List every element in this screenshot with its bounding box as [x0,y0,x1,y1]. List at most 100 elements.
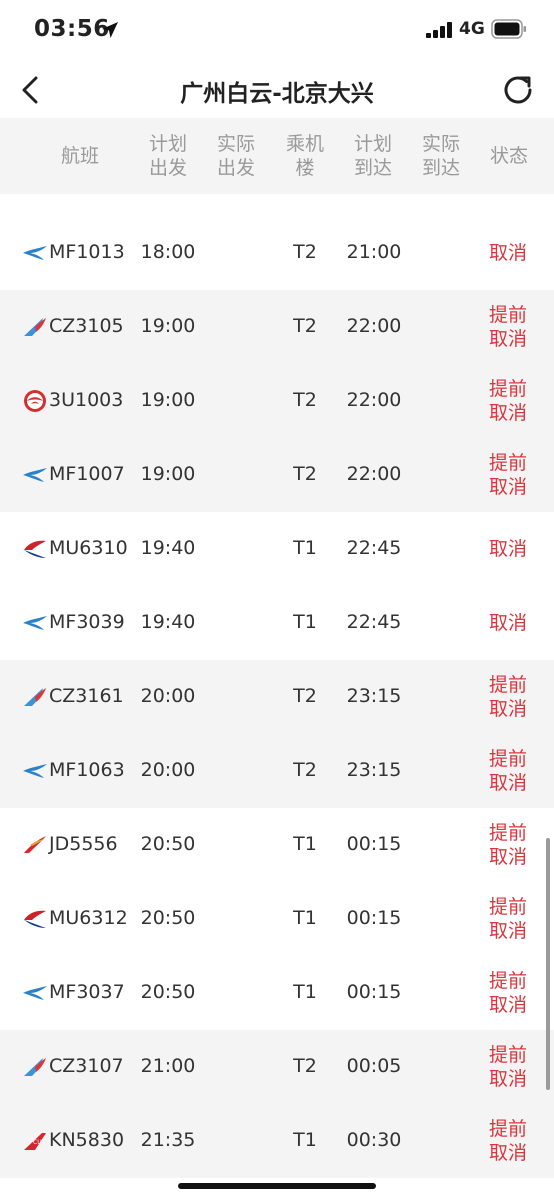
flight-row[interactable]: JD5556 20:50 T1 00:15 提前 取消 [0,808,554,882]
terminal: T1 [293,611,317,633]
status-line: 取消 [488,772,527,794]
planned-arrival: 00:15 [346,981,402,1003]
flight-number: KN5830 [49,1129,125,1151]
status-label: 提前 取消 [480,1043,536,1091]
terminal: T2 [293,685,317,707]
flight-row[interactable]: MF1013 18:00 T2 21:00 取消 [0,216,554,290]
header-flight: 航班 [60,145,99,167]
status-line: 提前 [488,378,527,400]
status-label: 取消 [480,611,536,635]
status-label: 取消 [480,537,536,561]
flight-number: MU6312 [49,907,128,929]
refresh-button[interactable] [500,72,536,108]
flight-number: MF3037 [49,981,125,1003]
terminal: T2 [293,389,317,411]
flight-row[interactable]: CU KN5830 21:35 T1 00:30 提前 取消 [0,1104,554,1178]
flight-number: CZ3161 [49,685,124,707]
planned-arrival: 22:00 [346,315,402,337]
capital-airlines-logo-icon [22,833,48,857]
terminal: T1 [293,1129,317,1151]
status-line: 提前 [488,1044,527,1066]
status-label: 提前 取消 [480,747,536,795]
status-line: 取消 [488,698,527,720]
status-line: 取消 [488,538,527,560]
china-southern-logo-icon [22,315,48,339]
column-header: 航班 计划 出发 实际 出发 乘机 楼 计划 到达 实际 到达 状态 [0,118,554,194]
planned-arrival: 23:15 [346,685,402,707]
planned-arrival: 22:00 [346,389,402,411]
status-label: 提前 取消 [480,1117,536,1165]
flight-row[interactable]: MF3037 20:50 T1 00:15 提前 取消 [0,956,554,1030]
flight-row[interactable]: CZ3107 21:00 T2 00:05 提前 取消 [0,1030,554,1104]
location-arrow-icon [102,22,118,38]
status-line: 取消 [488,328,527,350]
header-planned-arrival: 计划 到达 [353,133,392,179]
status-bar: 03:56 4G [0,0,554,62]
planned-arrival: 23:15 [346,759,402,781]
status-line: 取消 [488,920,527,942]
status-line: 取消 [488,846,527,868]
status-line: 提前 [488,1118,527,1140]
xiamen-airlines-logo-icon [22,759,48,783]
planned-arrival: 00:15 [346,833,402,855]
flight-number: 3U1003 [49,389,124,411]
china-united-logo-icon: CU [22,1129,48,1153]
flight-number: MF3039 [49,611,125,633]
cellular-signal-icon [426,22,452,38]
xiamen-airlines-logo-icon [22,611,48,635]
planned-arrival: 00:15 [346,907,402,929]
status-line: 取消 [488,1068,527,1090]
status-line: 提前 [488,748,527,770]
status-label: 提前 取消 [480,821,536,869]
status-label: 提前 取消 [480,303,536,351]
status-line: 提前 [488,970,527,992]
terminal: T2 [293,759,317,781]
flight-row[interactable]: MF1063 20:00 T2 23:15 提前 取消 [0,734,554,808]
status-label: 提前 取消 [480,377,536,425]
china-eastern-logo-icon [22,907,48,931]
flight-row[interactable]: CZ3105 19:00 T2 22:00 提前 取消 [0,290,554,364]
xiamen-airlines-logo-icon [22,463,48,487]
planned-arrival: 21:00 [346,241,402,263]
status-label: 提前 取消 [480,451,536,499]
status-label: 提前 取消 [480,673,536,721]
page-title: 广州白云-北京大兴 [180,81,374,107]
nav-bar: 广州白云-北京大兴 [0,62,554,118]
flight-row[interactable]: MU6312 20:50 T1 00:15 提前 取消 [0,882,554,956]
planned-departure: 18:00 [140,241,196,263]
terminal: T2 [293,1055,317,1077]
flight-number: JD5556 [49,833,118,855]
status-line: 取消 [488,476,527,498]
status-line: 提前 [488,896,527,918]
planned-departure: 20:50 [140,907,196,929]
sichuan-airlines-logo-icon [22,389,48,413]
status-line: 取消 [488,612,527,634]
planned-departure: 19:40 [140,537,196,559]
scrollbar[interactable] [546,838,550,1090]
flight-number: CZ3107 [49,1055,124,1077]
planned-departure: 21:00 [140,1055,196,1077]
list-top-spacer [0,194,554,216]
planned-departure: 19:00 [140,389,196,411]
status-label: 提前 取消 [480,969,536,1017]
planned-departure: 19:00 [140,315,196,337]
planned-departure: 20:50 [140,981,196,1003]
status-line: 提前 [488,452,527,474]
xiamen-airlines-logo-icon [22,241,48,265]
status-line: 取消 [488,402,527,424]
planned-arrival: 22:45 [346,611,402,633]
home-indicator [178,1183,376,1189]
flight-row[interactable]: CZ3161 20:00 T2 23:15 提前 取消 [0,660,554,734]
terminal: T2 [293,315,317,337]
flight-list: MF1013 18:00 T2 21:00 取消 CZ3105 19:00 T2 22:00 提前… [0,194,554,1178]
header-status: 状态 [489,145,528,167]
planned-arrival: 00:30 [346,1129,402,1151]
flight-row[interactable]: MU6310 19:40 T1 22:45 取消 [0,512,554,586]
flight-row[interactable]: 3U1003 19:00 T2 22:00 提前 取消 [0,364,554,438]
flight-row[interactable]: MF1007 19:00 T2 22:00 提前 取消 [0,438,554,512]
china-southern-logo-icon [22,685,48,709]
flight-row[interactable]: MF3039 19:40 T1 22:45 取消 [0,586,554,660]
xiamen-airlines-logo-icon [22,981,48,1005]
planned-departure: 20:00 [140,759,196,781]
planned-departure: 21:35 [140,1129,196,1151]
